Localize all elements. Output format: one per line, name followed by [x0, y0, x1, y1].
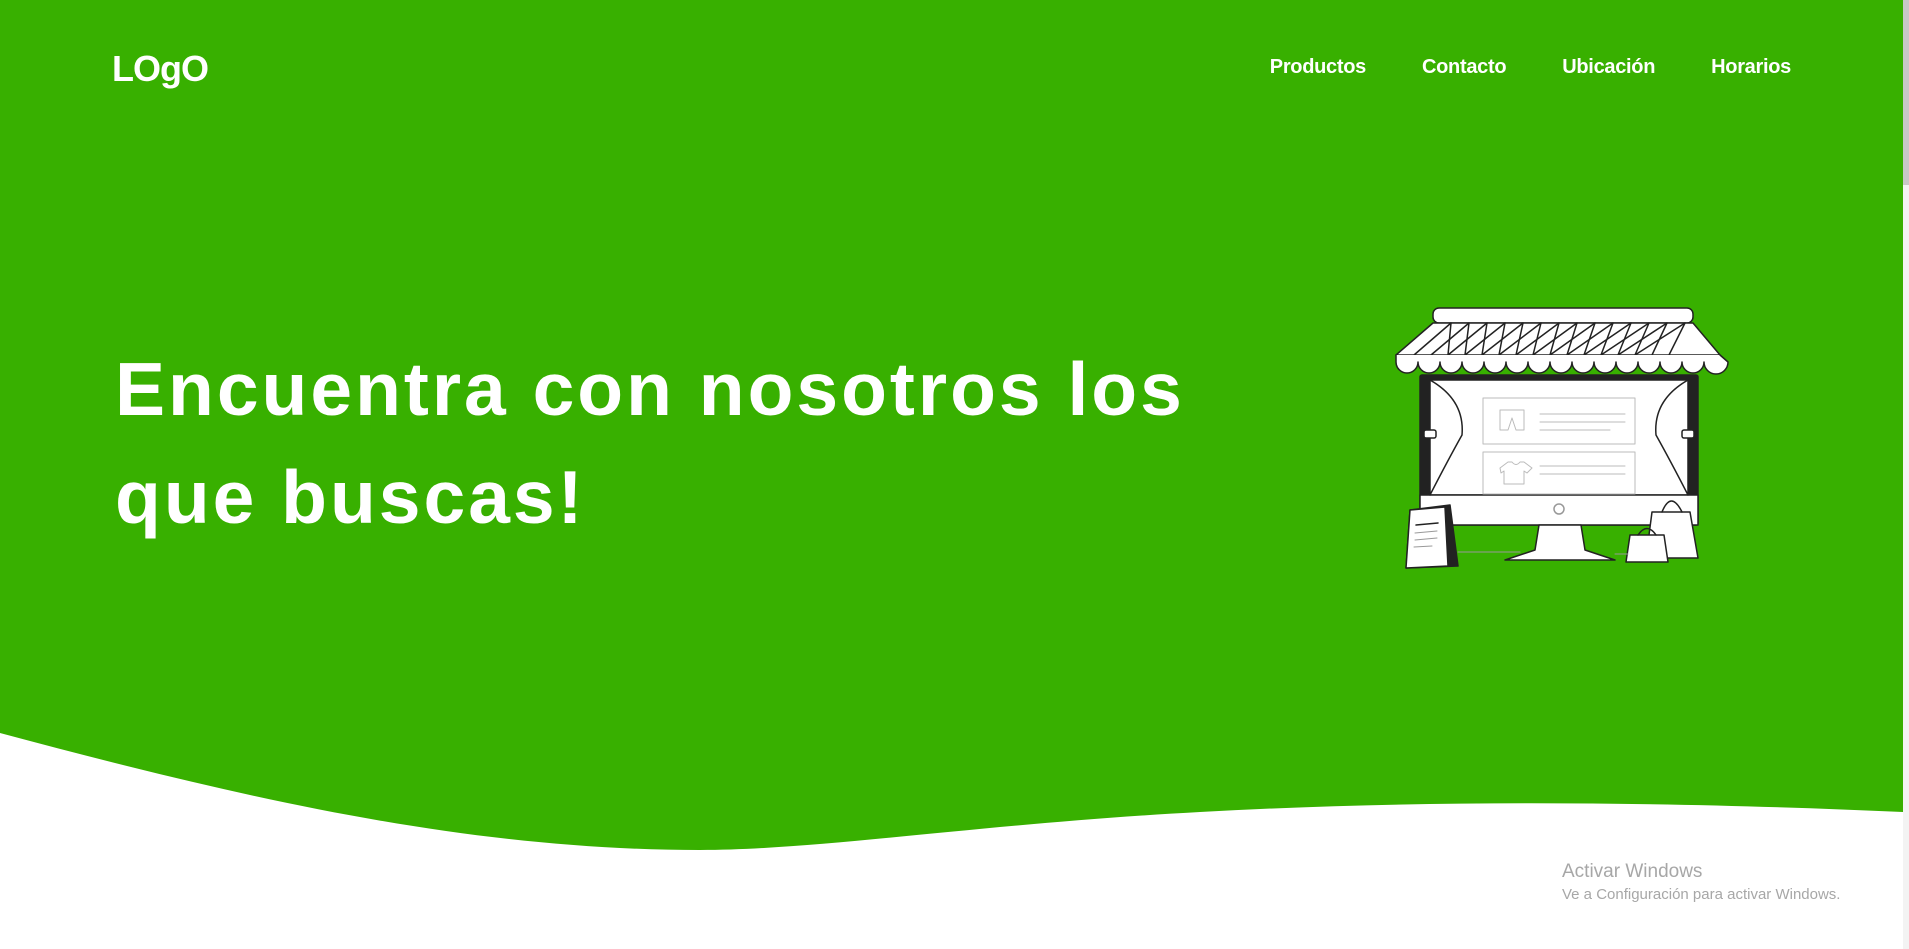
landing-page: LOgO Productos Contacto Ubicación Horari…: [0, 0, 1909, 949]
nav-link-contacto[interactable]: Contacto: [1422, 56, 1507, 79]
page-scrollbar[interactable]: [1903, 0, 1909, 949]
hero-headline: Encuentra con nosotros los que buscas!: [115, 335, 1265, 551]
hero-section: LOgO Productos Contacto Ubicación Horari…: [0, 0, 1903, 949]
site-logo[interactable]: LOgO: [112, 48, 209, 90]
nav-link-productos[interactable]: Productos: [1270, 56, 1367, 79]
nav-link-ubicacion[interactable]: Ubicación: [1562, 56, 1655, 79]
scrollbar-thumb[interactable]: [1903, 0, 1909, 185]
watermark-title: Activar Windows: [1562, 861, 1703, 882]
windows-activation-watermark: Activar Windows Ve a Configuración para …: [1562, 860, 1840, 906]
hero-headline-line-2: que buscas!: [115, 455, 586, 539]
storefront-icon: [1395, 307, 1729, 569]
site-header: LOgO Productos Contacto Ubicación Horari…: [0, 0, 1903, 140]
nav-link-horarios[interactable]: Horarios: [1711, 56, 1791, 79]
main-nav: Productos Contacto Ubicación Horarios: [1270, 56, 1792, 79]
watermark-subtitle: Ve a Configuración para activar Windows.: [1562, 886, 1841, 903]
hero-headline-line-1: Encuentra con nosotros los: [115, 347, 1185, 431]
